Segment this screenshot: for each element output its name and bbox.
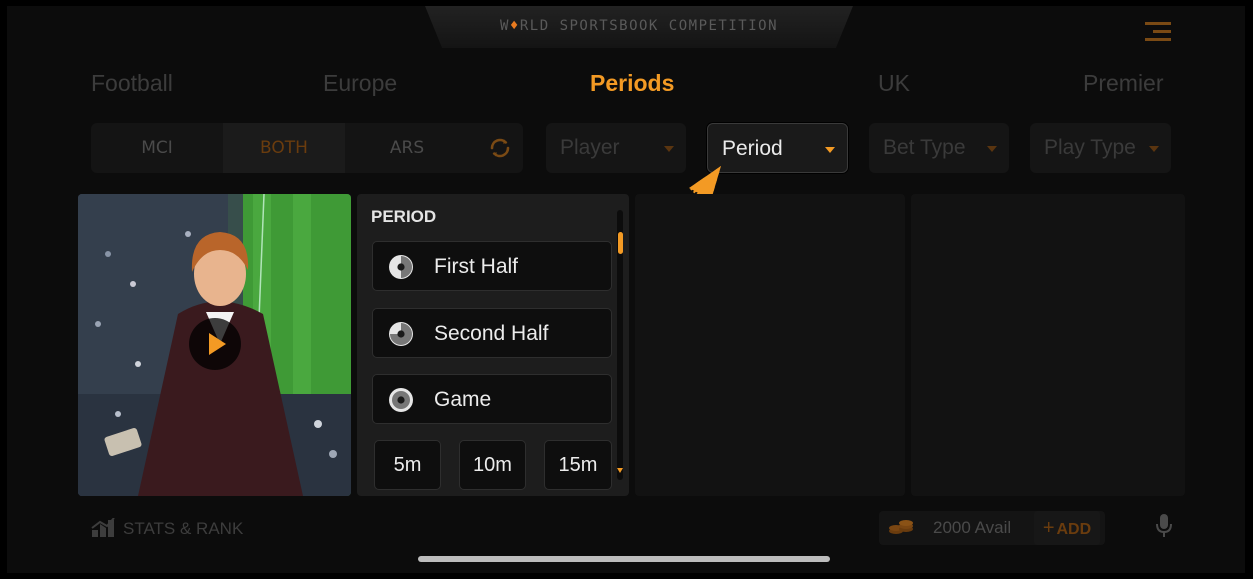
app-screen: W♦RLD SPORTSBOOK COMPETITION Football Eu… bbox=[7, 6, 1245, 573]
bet-type-dropdown[interactable]: Bet Type bbox=[869, 123, 1009, 173]
period-10m-button[interactable]: 10m bbox=[459, 440, 526, 490]
microphone-icon[interactable] bbox=[1155, 513, 1173, 539]
home-indicator[interactable] bbox=[418, 556, 830, 562]
hamburger-menu-icon[interactable] bbox=[1145, 22, 1171, 44]
bet-type-dropdown-label: Bet Type bbox=[883, 136, 966, 159]
scroll-down-arrow-icon bbox=[617, 468, 623, 473]
team-mci-button[interactable]: MCI bbox=[91, 123, 223, 173]
refresh-icon[interactable] bbox=[488, 136, 512, 160]
period-panel-title: PERIOD bbox=[371, 207, 437, 226]
first-half-option[interactable]: First Half bbox=[372, 241, 612, 291]
chevron-down-icon bbox=[1149, 146, 1159, 152]
stats-rank-label: STATS & RANK bbox=[123, 519, 244, 538]
coins-icon bbox=[889, 520, 913, 534]
first-half-label: First Half bbox=[434, 255, 518, 278]
second-half-label: Second Half bbox=[434, 322, 549, 345]
play-icon[interactable] bbox=[189, 318, 241, 370]
player-dropdown-label: Player bbox=[560, 136, 620, 159]
play-type-dropdown[interactable]: Play Type bbox=[1030, 123, 1171, 173]
app-title: W♦RLD SPORTSBOOK COMPETITION bbox=[499, 18, 779, 34]
team-both-button[interactable]: BOTH bbox=[223, 123, 345, 173]
host-video-panel[interactable] bbox=[78, 194, 351, 496]
period-5m-button[interactable]: 5m bbox=[374, 440, 441, 490]
game-option[interactable]: Game bbox=[372, 374, 612, 424]
period-scrollbar-thumb[interactable] bbox=[618, 232, 623, 254]
category-football[interactable]: Football bbox=[91, 70, 173, 97]
half-clock-icon bbox=[389, 255, 413, 279]
period-panel: PERIOD First Half Second Half Game 5m 10… bbox=[357, 194, 629, 496]
category-periods[interactable]: Periods bbox=[590, 70, 674, 97]
add-funds-button[interactable]: + ADD bbox=[1034, 511, 1100, 545]
balance-text: 2000 Avail bbox=[933, 518, 1012, 537]
play-type-dropdown-label: Play Type bbox=[1044, 136, 1136, 159]
three-quarter-clock-icon bbox=[389, 322, 413, 346]
game-label: Game bbox=[434, 388, 492, 411]
second-half-option[interactable]: Second Half bbox=[372, 308, 612, 358]
category-europe[interactable]: Europe bbox=[323, 70, 397, 97]
period-15m-button[interactable]: 15m bbox=[544, 440, 612, 490]
category-uk[interactable]: UK bbox=[878, 70, 910, 97]
plus-icon: + bbox=[1042, 517, 1055, 539]
chevron-down-icon bbox=[825, 147, 835, 153]
category-premier[interactable]: Premier bbox=[1083, 70, 1164, 97]
bet-type-panel bbox=[635, 194, 905, 496]
play-type-panel bbox=[911, 194, 1185, 496]
chevron-down-icon bbox=[664, 146, 674, 152]
title-banner: W♦RLD SPORTSBOOK COMPETITION bbox=[425, 6, 853, 48]
team-toggle-group: MCI BOTH ARS bbox=[91, 123, 523, 173]
wallet-balance: 2000 Avail + ADD bbox=[879, 511, 1105, 545]
category-nav: Football Europe Periods UK Premier bbox=[7, 70, 1245, 104]
team-ars-button[interactable]: ARS bbox=[345, 123, 469, 173]
chart-icon bbox=[91, 518, 115, 537]
clock-icon bbox=[389, 388, 413, 412]
add-funds-label: ADD bbox=[1056, 521, 1092, 538]
chevron-down-icon bbox=[987, 146, 997, 152]
title-diamond: ♦ bbox=[509, 18, 520, 34]
